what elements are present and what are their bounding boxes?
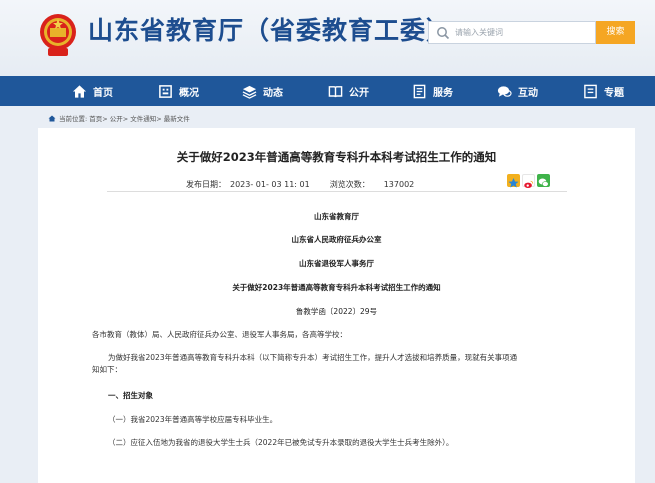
nav-item-topics[interactable]: 专题 <box>583 76 624 106</box>
nav-item-public[interactable]: 公开 <box>328 76 369 106</box>
nav-label: 动态 <box>263 87 283 99</box>
share-bar <box>507 174 550 189</box>
document-title: 关于做好2023年普通高等教育专科升本科考试招生工作的通知 <box>232 283 441 292</box>
article-container: 关于做好2023年普通高等教育专科升本科考试招生工作的通知 发布日期： 2023-… <box>38 128 635 483</box>
publish-date: 2023- 01- 03 11: 01 <box>230 180 310 189</box>
search-box[interactable] <box>428 21 596 44</box>
nav-item-overview[interactable]: 概况 <box>158 76 199 106</box>
nav-label: 互动 <box>518 87 538 99</box>
salutation: 各市教育（教体）局、人民政府征兵办公室、退役军人事务局，各高等学校： <box>92 330 347 339</box>
breadcrumb: 当前位置: 首页> 公开> 文件通知> 最新文件 <box>48 113 190 123</box>
list-item: （一）我省2023年普通高等学校应届专科毕业生。 <box>108 415 278 424</box>
nav-label: 首页 <box>93 87 113 99</box>
article-title: 关于做好2023年普通高等教育专科升本科考试招生工作的通知 <box>176 150 497 164</box>
building-icon <box>159 84 172 98</box>
weibo-share-icon[interactable] <box>522 174 535 189</box>
intro-paragraph: 为做好我省2023年普通高等教育专科升本科（以下简称专升本）考试招生工作，提升人… <box>108 353 518 362</box>
book-icon <box>328 85 343 97</box>
list-icon <box>584 84 597 98</box>
home-icon <box>72 84 87 98</box>
nav-label: 概况 <box>179 87 199 99</box>
breadcrumb-text[interactable]: 当前位置: 首页> 公开> 文件通知> 最新文件 <box>59 113 190 123</box>
section-heading: 一、招生对象 <box>108 391 153 400</box>
qzone-share-icon[interactable] <box>507 174 520 188</box>
site-header: 山东省教育厅（省委教育工委） 搜索 <box>0 0 655 76</box>
issuer-line: 山东省退役军人事务厅 <box>299 259 374 268</box>
nav-label: 服务 <box>433 87 453 99</box>
nav-item-home[interactable]: 首页 <box>72 76 113 106</box>
issuer-line: 山东省教育厅 <box>314 212 359 221</box>
nav-item-interaction[interactable]: 互动 <box>497 76 538 106</box>
intro-paragraph-continued: 知如下： <box>92 365 122 374</box>
national-emblem-icon <box>40 14 76 56</box>
list-item: （二）应征入伍地为我省的退役大学生士兵（2022年已被免试专升本录取的退役大学生… <box>108 438 454 447</box>
views-count: 137002 <box>383 180 415 189</box>
publish-date-label: 发布日期： <box>186 180 226 189</box>
article-meta: 发布日期： 2023- 01- 03 11: 01 浏览次数： 137002 <box>186 179 418 190</box>
nav-item-service[interactable]: 服务 <box>412 76 453 106</box>
search-input[interactable] <box>455 24 591 41</box>
location-icon <box>48 115 56 121</box>
search-icon <box>437 27 450 40</box>
layers-icon <box>242 85 257 99</box>
site-title[interactable]: 山东省教育厅（省委教育工委） <box>88 14 452 48</box>
issuer-line: 山东省人民政府征兵办公室 <box>291 235 382 244</box>
title-divider <box>107 191 567 192</box>
views-label: 浏览次数： <box>329 180 370 189</box>
document-icon <box>413 84 426 98</box>
search-button[interactable]: 搜索 <box>596 21 635 44</box>
nav-item-news[interactable]: 动态 <box>242 76 283 106</box>
wechat-share-icon[interactable] <box>537 174 550 187</box>
nav-label: 公开 <box>349 87 369 99</box>
chat-icon <box>497 85 512 97</box>
nav-label: 专题 <box>604 87 624 99</box>
main-nav: 首页 概况 动态 公开 服务 互动 专题 <box>0 76 655 106</box>
document-number: 鲁教学函〔2022〕29号 <box>295 307 378 316</box>
